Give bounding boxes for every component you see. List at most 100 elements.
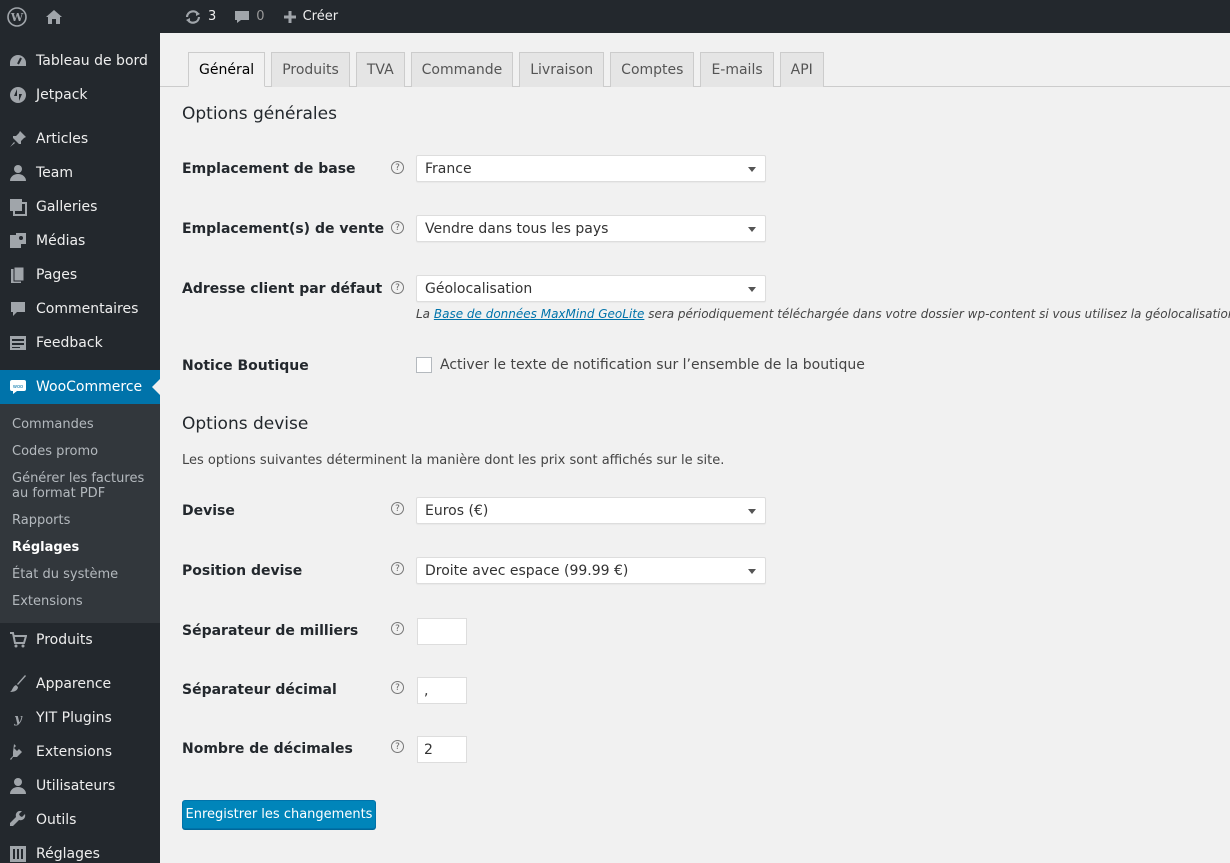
updates-link[interactable]: 3 xyxy=(184,0,216,33)
store-notice-label: Notice Boutique xyxy=(182,358,309,374)
woo-icon: woo xyxy=(0,379,36,395)
brush-icon xyxy=(0,675,36,693)
sidebar-item-apparence[interactable]: Apparence xyxy=(0,667,160,701)
select-value: Euros (€) xyxy=(425,502,489,519)
default-address-label: Adresse client par défaut xyxy=(182,281,383,297)
submenu-generer-factures[interactable]: Générer les factures au format PDF xyxy=(0,465,160,507)
help-icon[interactable]: ? xyxy=(391,681,404,694)
help-icon[interactable]: ? xyxy=(391,161,404,174)
help-icon[interactable]: ? xyxy=(391,740,404,753)
store-notice-checkbox-label[interactable]: Activer le texte de notification sur l’e… xyxy=(440,357,865,373)
tab-tva[interactable]: TVA xyxy=(355,52,405,87)
help-icon[interactable]: ? xyxy=(391,562,404,575)
tab-produits[interactable]: Produits xyxy=(271,52,350,87)
save-changes-button[interactable]: Enregistrer les changements xyxy=(182,800,376,829)
home-icon[interactable] xyxy=(34,0,74,33)
thousand-separator-input[interactable] xyxy=(417,618,467,645)
geolocation-description: La Base de données MaxMind GeoLite sera … xyxy=(416,307,1230,321)
tab-api[interactable]: API xyxy=(779,52,824,87)
wordpress-logo-icon[interactable]: W xyxy=(0,0,34,33)
chevron-down-icon xyxy=(748,167,756,172)
selling-location-label: Emplacement(s) de vente xyxy=(182,221,385,237)
maxmind-link[interactable]: Base de données MaxMind GeoLite xyxy=(434,307,645,321)
sidebar-item-label: Apparence xyxy=(36,676,112,692)
sidebar-item-label: Galleries xyxy=(36,199,98,215)
sidebar-item-label: Extensions xyxy=(36,744,113,760)
currency-position-select[interactable]: Droite avec espace (99.99 €) xyxy=(416,557,766,584)
currency-label: Devise xyxy=(182,503,235,519)
cart-icon xyxy=(0,631,36,649)
sidebar-item-label: Feedback xyxy=(36,335,103,351)
sidebar-item-label: Outils xyxy=(36,812,77,828)
submenu-extensions[interactable]: Extensions xyxy=(0,588,160,615)
svg-text:y: y xyxy=(13,712,23,727)
sidebar-item-yit-plugins[interactable]: y YIT Plugins xyxy=(0,701,160,735)
chevron-down-icon xyxy=(748,569,756,574)
help-icon[interactable]: ? xyxy=(391,502,404,515)
submenu-reglages[interactable]: Réglages xyxy=(0,534,160,561)
sidebar-item-utilisateurs[interactable]: Utilisateurs xyxy=(0,769,160,803)
chevron-down-icon xyxy=(748,509,756,514)
sidebar-item-label: Utilisateurs xyxy=(36,778,116,794)
help-icon[interactable]: ? xyxy=(391,221,404,234)
selling-location-select[interactable]: Vendre dans tous les pays xyxy=(416,215,766,242)
tab-general[interactable]: Général xyxy=(188,52,266,87)
currency-select[interactable]: Euros (€) xyxy=(416,497,766,524)
currency-options-title: Options devise xyxy=(182,414,309,434)
comments-link[interactable]: 0 xyxy=(234,0,265,33)
sidebar-item-outils[interactable]: Outils xyxy=(0,803,160,837)
currency-position-label: Position devise xyxy=(182,563,303,579)
sidebar-item-label: Produits xyxy=(36,632,93,648)
decimal-separator-input[interactable]: , xyxy=(417,677,467,704)
sidebar-item-commentaires[interactable]: Commentaires xyxy=(0,292,160,326)
new-content-link[interactable]: Créer xyxy=(283,0,338,33)
sidebar-item-medias[interactable]: Médias xyxy=(0,224,160,258)
sidebar-item-reglages[interactable]: Réglages xyxy=(0,837,160,863)
sidebar-item-articles[interactable]: Articles xyxy=(0,122,160,156)
media-icon xyxy=(0,232,36,250)
help-icon[interactable]: ? xyxy=(391,281,404,294)
tab-livraison[interactable]: Livraison xyxy=(519,52,605,87)
sidebar-item-label: WooCommerce xyxy=(36,379,143,395)
number-of-decimals-label: Nombre de décimales xyxy=(182,741,353,757)
sidebar-item-label: Tableau de bord xyxy=(36,53,148,69)
select-value: France xyxy=(425,160,472,177)
sidebar-item-pages[interactable]: Pages xyxy=(0,258,160,292)
sidebar-item-produits[interactable]: Produits xyxy=(0,623,160,657)
wrench-icon xyxy=(0,811,36,829)
decimal-separator-label: Séparateur décimal xyxy=(182,682,337,698)
help-icon[interactable]: ? xyxy=(391,622,404,635)
sidebar-item-team[interactable]: Team xyxy=(0,156,160,190)
sidebar-item-extensions[interactable]: Extensions xyxy=(0,735,160,769)
feedback-icon xyxy=(0,334,36,352)
admin-bar: W 3 0 Créer xyxy=(0,0,1230,33)
pages-icon xyxy=(0,266,36,284)
sidebar-item-galleries[interactable]: Galleries xyxy=(0,190,160,224)
sidebar-item-label: Médias xyxy=(36,233,86,249)
tab-commande[interactable]: Commande xyxy=(410,52,514,87)
tab-comptes[interactable]: Comptes xyxy=(610,52,695,87)
tab-emails[interactable]: E-mails xyxy=(700,52,774,87)
updates-count: 3 xyxy=(208,9,217,24)
base-location-label: Emplacement de base xyxy=(182,161,356,177)
base-location-select[interactable]: France xyxy=(416,155,766,182)
submenu-codes-promo[interactable]: Codes promo xyxy=(0,438,160,465)
submenu-commandes[interactable]: Commandes xyxy=(0,411,160,438)
comments-count: 0 xyxy=(256,9,265,24)
sidebar-item-jetpack[interactable]: Jetpack xyxy=(0,78,160,112)
sidebar-item-feedback[interactable]: Feedback xyxy=(0,326,160,360)
sidebar-item-woocommerce[interactable]: woo WooCommerce xyxy=(0,370,160,404)
sidebar-item-dashboard[interactable]: Tableau de bord xyxy=(0,44,160,78)
jetpack-icon xyxy=(0,86,36,104)
svg-text:W: W xyxy=(10,11,24,24)
store-notice-checkbox[interactable] xyxy=(416,357,432,373)
sidebar-item-label: Commentaires xyxy=(36,301,139,317)
submenu-rapports[interactable]: Rapports xyxy=(0,507,160,534)
thousand-separator-label: Séparateur de milliers xyxy=(182,623,359,639)
default-address-select[interactable]: Géolocalisation xyxy=(416,275,766,302)
plugin-icon xyxy=(0,743,36,761)
submenu-etat-systeme[interactable]: État du système xyxy=(0,561,160,588)
number-of-decimals-input[interactable]: 2 xyxy=(417,736,467,763)
desc-suffix: sera périodiquement téléchargée dans vot… xyxy=(644,307,1230,321)
sidebar-item-label: Pages xyxy=(36,267,78,283)
